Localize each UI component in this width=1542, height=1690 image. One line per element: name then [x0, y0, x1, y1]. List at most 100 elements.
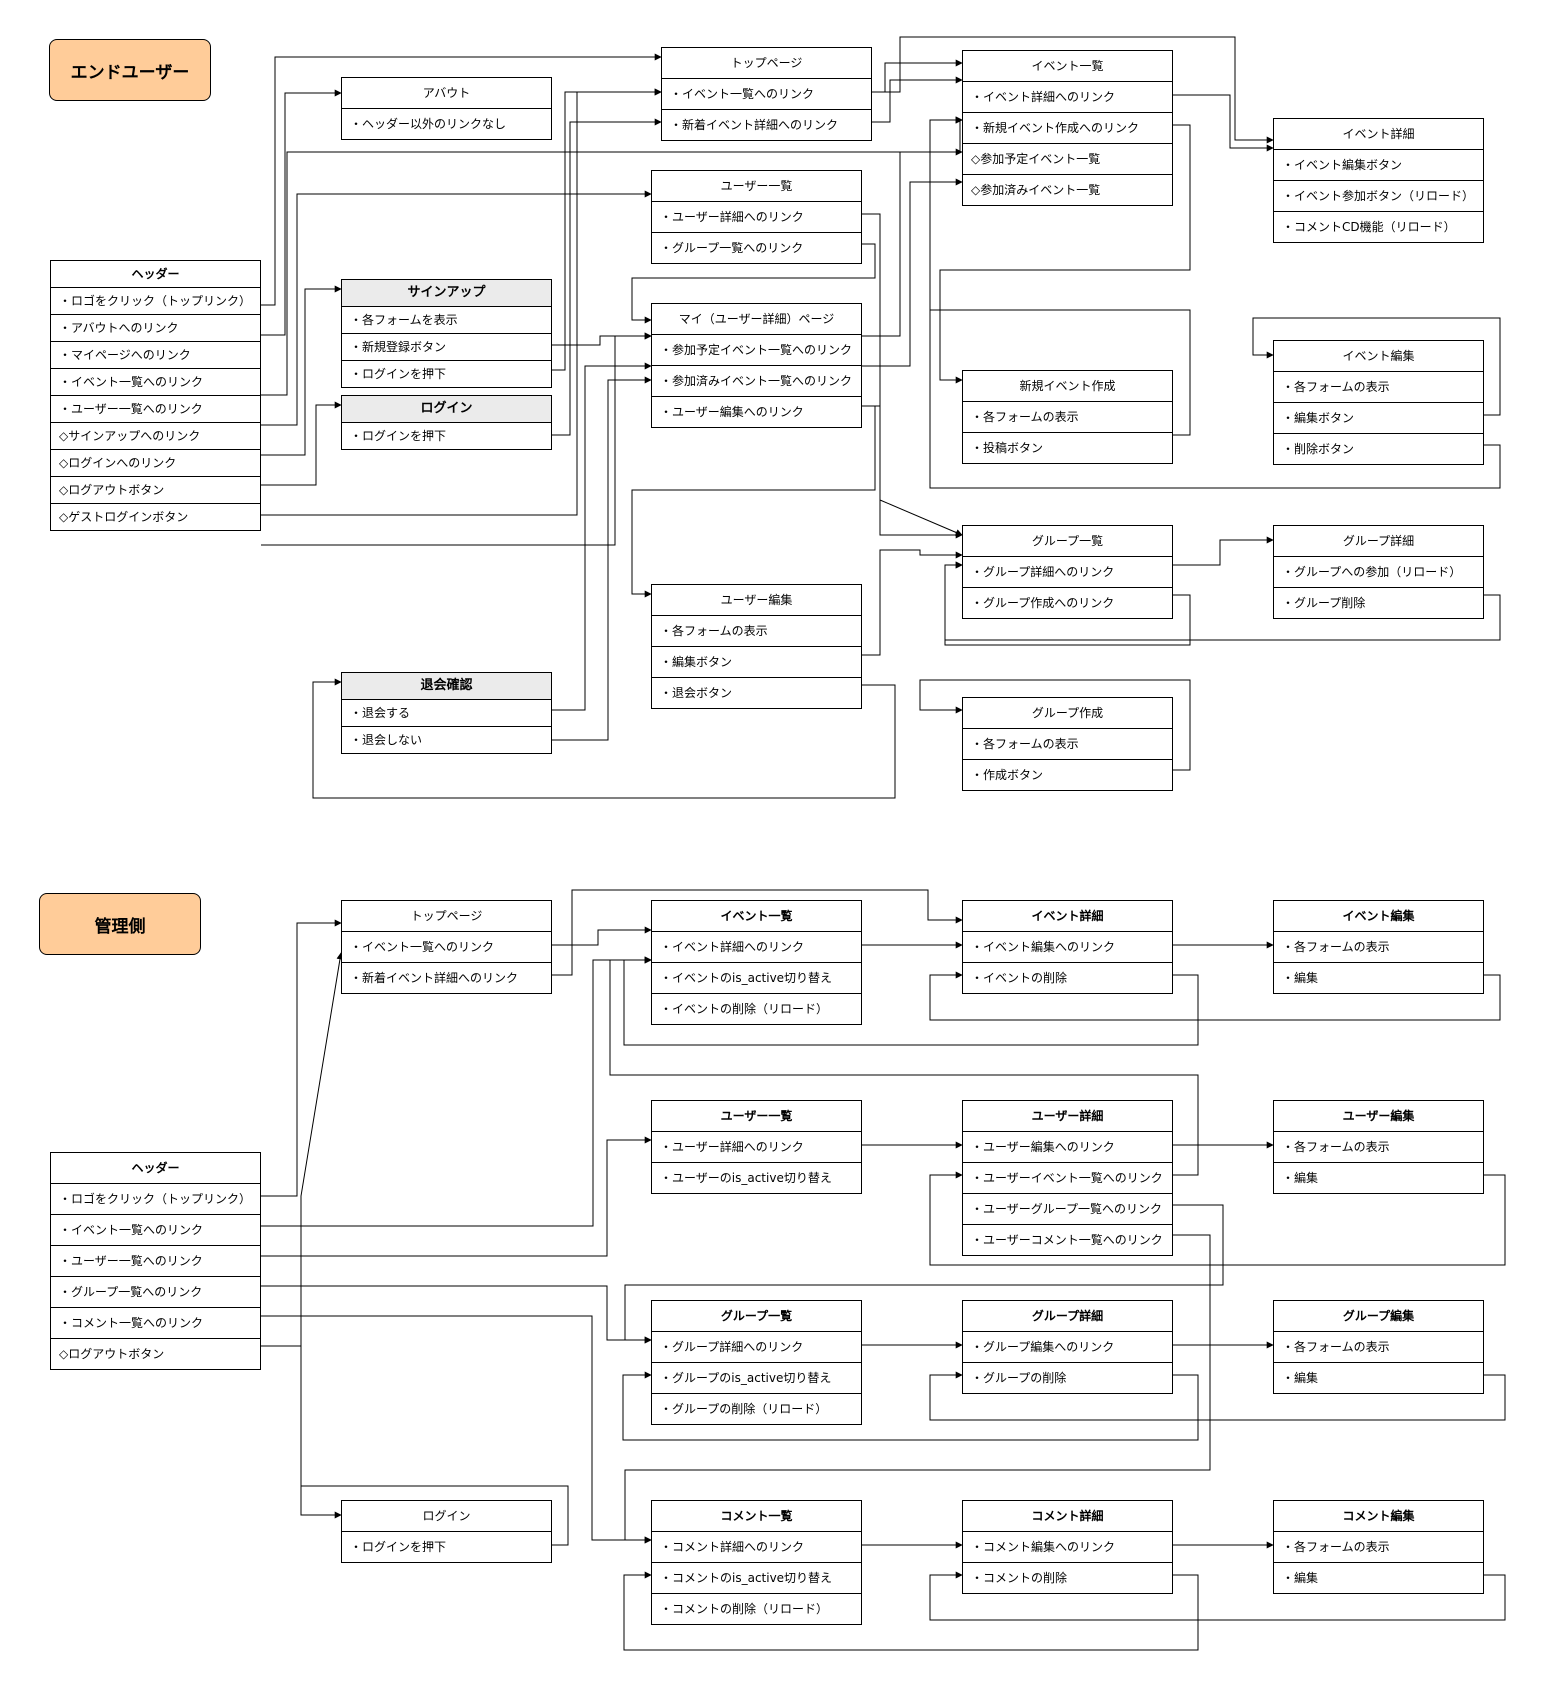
admin-user-detail-item: ・ユーザー編集へのリンク — [963, 1132, 1172, 1163]
admin-comment-list-item: ・コメントのis_active切り替え — [652, 1563, 861, 1594]
admin-group-edit-title: グループ編集 — [1274, 1301, 1483, 1332]
enduser-event-detail-item: ・イベント編集ボタン — [1274, 150, 1483, 181]
enduser-withdraw-title: 退会確認 — [342, 673, 551, 700]
connector-arrow — [631, 405, 876, 598]
admin-group-edit-box: グループ編集 ・各フォームの表示・編集 — [1273, 1300, 1484, 1394]
admin-comment-edit-item: ・編集 — [1282, 1571, 1319, 1585]
admin-group-detail-item: ・グループの削除 — [971, 1371, 1067, 1385]
enduser-user-list-box: ユーザー一覧 ・ユーザー詳細へのリンク ・グループ一覧へのリンク — [651, 170, 862, 264]
enduser-signup-box: サインアップ ・各フォームを表示 ・新規登録ボタン ・ログインを押下 — [341, 279, 552, 388]
admin-user-edit-item: ・編集 — [1282, 1171, 1319, 1185]
enduser-user-list-item: ・ユーザー詳細へのリンク — [652, 202, 861, 233]
admin-comment-detail-item: ・コメント編集へのリンク — [963, 1532, 1172, 1563]
connector-arrow — [862, 148, 963, 337]
enduser-user-edit-item: ・編集ボタン — [652, 647, 861, 678]
connector-arrow — [552, 88, 662, 371]
admin-comment-edit-title: コメント編集 — [1274, 1501, 1483, 1532]
enduser-login-item: ・ログインを押下 — [350, 429, 447, 443]
enduser-top-item: ・新着イベント詳細へのリンク — [670, 118, 839, 132]
admin-top-item: ・イベント一覧へのリンク — [342, 932, 551, 963]
enduser-group-detail-title: グループ詳細 — [1274, 526, 1483, 557]
enduser-group-new-box: グループ作成 ・各フォームの表示 ・作成ボタン — [962, 697, 1173, 791]
enduser-signup-title: サインアップ — [342, 280, 551, 307]
enduser-event-new-item: ・投稿ボタン — [971, 441, 1044, 455]
connector-arrow — [1173, 536, 1274, 566]
connector-arrow — [552, 376, 652, 741]
admin-comment-detail-item: ・コメントの削除 — [971, 1571, 1068, 1585]
admin-event-list-box: イベント一覧 ・イベント詳細へのリンク ・イベントのis_active切り替え ・イベ… — [651, 900, 862, 1025]
enduser-event-edit-box: イベント編集 ・各フォームの表示 ・編集ボタン ・削除ボタン — [1273, 340, 1484, 465]
enduser-event-new-title: 新規イベント作成 — [963, 371, 1172, 402]
enduser-top-title: トップページ — [662, 48, 871, 79]
admin-user-edit-item: ・各フォームの表示 — [1274, 1132, 1483, 1163]
admin-user-detail-box: ユーザー詳細 ・ユーザー編集へのリンク ・ユーザーイベント一覧へのリンク ・ユーザーグ… — [962, 1100, 1173, 1256]
enduser-header-item: ◇ゲストログインボタン — [59, 510, 189, 524]
admin-user-detail-item: ・ユーザーグループ一覧へのリンク — [963, 1194, 1172, 1225]
enduser-user-edit-item: ・各フォームの表示 — [652, 616, 861, 647]
admin-top-title: トップページ — [342, 901, 551, 932]
enduser-group-list-item: ・グループ作成へのリンク — [971, 596, 1115, 610]
enduser-top-item: ・イベント一覧へのリンク — [662, 79, 871, 110]
admin-group-list-box: グループ一覧 ・グループ詳細へのリンク ・グループのis_active切り替え ・グル… — [651, 1300, 862, 1425]
enduser-signup-item: ・新規登録ボタン — [342, 334, 551, 361]
enduser-withdraw-item: ・退会しない — [350, 733, 423, 747]
admin-group-list-item: ・グループ詳細へのリンク — [652, 1332, 861, 1363]
admin-event-detail-item: ・イベント編集へのリンク — [963, 932, 1172, 963]
connector-arrow — [552, 332, 652, 346]
admin-top-item: ・新着イベント詳細へのリンク — [350, 971, 519, 985]
enduser-withdraw-item: ・退会する — [342, 700, 551, 727]
connector-arrow — [862, 178, 963, 367]
admin-user-detail-item: ・ユーザーイベント一覧へのリンク — [963, 1163, 1172, 1194]
enduser-header-item: ・ユーザー一覧へのリンク — [51, 396, 260, 423]
admin-comment-edit-item: ・各フォームの表示 — [1274, 1532, 1483, 1563]
admin-event-list-item: ・イベント詳細へのリンク — [652, 932, 861, 963]
admin-event-list-title: イベント一覧 — [652, 901, 861, 932]
connector-arrow — [862, 405, 963, 539]
enduser-my-page-item: ・参加予定イベント一覧へのリンク — [652, 335, 861, 366]
enduser-group-new-item: ・作成ボタン — [971, 768, 1044, 782]
enduser-user-edit-item: ・退会ボタン — [660, 686, 733, 700]
enduser-event-detail-item: ・コメントCD機能（リロード） — [1282, 220, 1456, 234]
admin-group-edit-item: ・編集 — [1282, 1371, 1319, 1385]
enduser-about-box: アバウト ・ヘッダー以外のリンクなし — [341, 77, 552, 140]
admin-event-edit-title: イベント編集 — [1274, 901, 1483, 932]
connector-arrow — [261, 919, 342, 1197]
admin-event-detail-box: イベント詳細 ・イベント編集へのリンク ・イベントの削除 — [962, 900, 1173, 994]
connector-arrow — [261, 285, 342, 456]
enduser-header-item: ・イベント一覧へのリンク — [51, 369, 260, 396]
enduser-header-title: ヘッダー — [51, 261, 260, 288]
enduser-group-list-box: グループ一覧 ・グループ詳細へのリンク ・グループ作成へのリンク — [962, 525, 1173, 619]
admin-group-edit-item: ・各フォームの表示 — [1274, 1332, 1483, 1363]
admin-user-list-title: ユーザー一覧 — [652, 1101, 861, 1132]
enduser-event-detail-box: イベント詳細 ・イベント編集ボタン ・イベント参加ボタン（リロード） ・コメントCD機… — [1273, 118, 1484, 243]
enduser-group-list-item: ・グループ詳細へのリンク — [963, 557, 1172, 588]
admin-header-title: ヘッダー — [51, 1153, 260, 1184]
admin-group-list-item: ・グループのis_active切り替え — [652, 1363, 861, 1394]
admin-login-title: ログイン — [342, 1501, 551, 1532]
admin-user-detail-item: ・ユーザーコメント一覧へのリンク — [971, 1233, 1163, 1247]
admin-group-list-item: ・グループの削除（リロード） — [660, 1402, 828, 1416]
admin-header-item: ◇ログアウトボタン — [59, 1347, 165, 1361]
enduser-user-list-item: ・グループ一覧へのリンク — [660, 241, 804, 255]
admin-header-item: ・ロゴをクリック（トップリンク） — [51, 1184, 260, 1215]
enduser-event-detail-item: ・イベント参加ボタン（リロード） — [1274, 181, 1483, 212]
enduser-group-detail-box: グループ詳細 ・グループへの参加（リロード） ・グループ削除 — [1273, 525, 1484, 619]
admin-event-list-item: ・イベントのis_active切り替え — [652, 963, 861, 994]
enduser-my-page-item: ・参加済みイベント一覧へのリンク — [652, 366, 861, 397]
enduser-event-edit-item: ・各フォームの表示 — [1274, 372, 1483, 403]
enduser-event-list-item: ・新規イベント作成へのリンク — [963, 113, 1172, 144]
admin-user-list-item: ・ユーザー詳細へのリンク — [652, 1132, 861, 1163]
admin-event-edit-item: ・編集 — [1282, 971, 1319, 985]
admin-comment-list-title: コメント一覧 — [652, 1501, 861, 1532]
admin-header-item: ・ユーザー一覧へのリンク — [51, 1246, 260, 1277]
enduser-my-page-item: ・ユーザー編集へのリンク — [660, 405, 804, 419]
enduser-header-item: ・マイページへのリンク — [51, 342, 260, 369]
admin-top-box: トップページ ・イベント一覧へのリンク・新着イベント詳細へのリンク — [341, 900, 552, 994]
enduser-header-item: ◇サインアップへのリンク — [51, 423, 260, 450]
enduser-header-item: ◇ログアウトボタン — [51, 477, 260, 504]
admin-event-detail-item: ・イベントの削除 — [971, 971, 1068, 985]
enduser-group-detail-item: ・グループへの参加（リロード） — [1274, 557, 1483, 588]
admin-user-detail-title: ユーザー詳細 — [963, 1101, 1172, 1132]
admin-group-detail-item: ・グループ編集へのリンク — [963, 1332, 1172, 1363]
enduser-about-item: ・ヘッダー以外のリンクなし — [350, 117, 507, 131]
